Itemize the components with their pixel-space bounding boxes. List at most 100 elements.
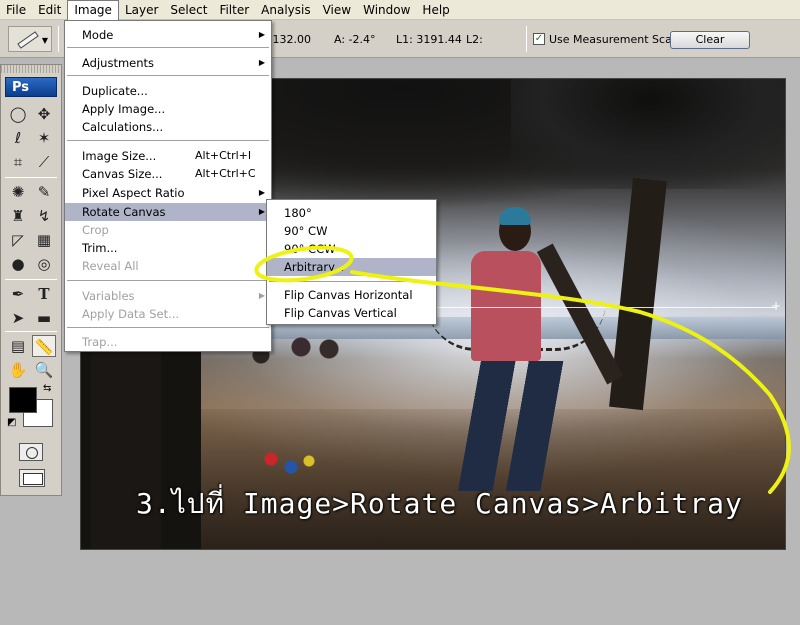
quick-mask-mode-button[interactable]	[19, 443, 43, 461]
submenu-arrow-icon: ▶	[258, 58, 265, 67]
move-tool-icon[interactable]: ✥	[32, 103, 56, 125]
menu-item-mode[interactable]: Mode ▶	[65, 26, 271, 44]
menu-separator	[269, 281, 434, 282]
blur-tool-icon[interactable]: ●	[6, 253, 30, 275]
readout-angle: A: -2.4°	[334, 33, 376, 46]
zoom-tool-icon[interactable]: 🔍	[32, 359, 56, 381]
submenu-item-rotate-90-ccw[interactable]: 90° CCW	[267, 240, 436, 258]
hand-tool-icon[interactable]: ✋	[6, 359, 30, 381]
crop-tool-icon[interactable]: ⌗	[6, 151, 30, 173]
menu-item-apply-image[interactable]: Apply Image...	[65, 100, 271, 118]
menu-item-apply-data-set: Apply Data Set...	[82, 307, 180, 321]
toolbox-grip[interactable]	[1, 65, 61, 73]
toolbox-separator	[5, 331, 57, 332]
options-separator	[526, 26, 527, 52]
type-tool-icon[interactable]: T	[32, 283, 56, 305]
submenu-item-flip-canvas-vertical[interactable]: Flip Canvas Vertical	[267, 304, 436, 322]
readout-l1: L1: 3191.44	[396, 33, 462, 46]
menu-edit[interactable]: Edit	[32, 0, 67, 20]
menu-filter[interactable]: Filter	[213, 0, 255, 20]
swap-colors-icon[interactable]: ⇆	[43, 383, 51, 394]
path-selection-tool-icon[interactable]: ➤	[6, 307, 30, 329]
submenu-arrow-icon: ▶	[258, 207, 265, 216]
menu-view[interactable]: View	[317, 0, 357, 20]
menu-layer[interactable]: Layer	[119, 0, 164, 20]
photo-litter	[261, 449, 321, 479]
menu-item-adjustments[interactable]: Adjustments ▶	[65, 54, 271, 72]
submenu-arrow-icon: ▶	[258, 291, 265, 300]
menu-item-shortcut: Alt+Ctrl+C	[195, 167, 256, 180]
slice-tool-icon[interactable]: ⟋	[32, 151, 56, 173]
tutorial-caption: 3.ไปที่ Image>Rotate Canvas>Arbitray	[136, 487, 743, 520]
screen-mode-button[interactable]	[19, 469, 45, 487]
menu-item-canvas-size[interactable]: Canvas Size... Alt+Ctrl+C	[65, 165, 271, 183]
gradient-tool-icon[interactable]: ▦	[32, 229, 56, 251]
menu-separator	[67, 75, 269, 76]
submenu-item-rotate-90-cw[interactable]: 90° CW	[267, 222, 436, 240]
menu-item-label: Pixel Aspect Ratio	[82, 186, 185, 200]
menu-item-reveal-all: Reveal All	[82, 259, 139, 273]
photo-person-legs	[457, 361, 567, 491]
clear-button[interactable]: Clear	[670, 31, 750, 49]
shape-tool-icon[interactable]: ▬	[32, 307, 56, 329]
menu-item-pixel-aspect-ratio[interactable]: Pixel Aspect Ratio ▶	[65, 184, 271, 202]
use-measurement-scale-checkbox[interactable]: ✓	[533, 33, 545, 45]
submenu-arrow-icon: ▶	[258, 188, 265, 197]
menu-item-crop: Crop	[82, 223, 109, 237]
menu-item-label: Adjustments	[82, 56, 155, 70]
brush-tool-icon[interactable]: ✎	[32, 181, 56, 203]
pen-tool-icon[interactable]: ✒	[6, 283, 30, 305]
dodge-tool-icon[interactable]: ◎	[32, 253, 56, 275]
menu-separator	[67, 327, 269, 328]
photo-person-cap	[499, 207, 531, 225]
photoshop-window: File Edit Image Layer Select Filter Anal…	[0, 0, 800, 625]
menu-item-label: Mode	[82, 28, 114, 42]
lasso-tool-icon[interactable]: ℓ	[6, 127, 30, 149]
tool-preset-picker[interactable]: ▼	[8, 26, 52, 52]
photo-canopy-right	[511, 79, 785, 189]
menu-file[interactable]: File	[0, 0, 32, 20]
submenu-arrow-icon: ▶	[258, 30, 265, 39]
menu-item-trim[interactable]: Trim...	[65, 239, 271, 257]
rotate-canvas-submenu: 180° 90° CW 90° CCW Arbitrary... Flip Ca…	[266, 199, 437, 325]
submenu-item-flip-canvas-horizontal[interactable]: Flip Canvas Horizontal	[267, 286, 436, 304]
foreground-color-swatch[interactable]	[9, 387, 37, 413]
menu-separator	[67, 47, 269, 48]
menu-analysis[interactable]: Analysis	[255, 0, 316, 20]
healing-brush-tool-icon[interactable]: ✺	[6, 181, 30, 203]
menu-item-label: Rotate Canvas	[82, 205, 166, 219]
photoshop-logo[interactable]: Ps	[5, 77, 57, 97]
menu-image[interactable]: Image	[67, 0, 119, 20]
notes-tool-icon[interactable]: ▤	[6, 335, 30, 357]
marquee-tool-icon[interactable]: ◯	[6, 103, 30, 125]
menu-item-trap: Trap...	[82, 335, 118, 349]
submenu-item-arbitrary[interactable]: Arbitrary...	[267, 258, 436, 276]
menu-help[interactable]: Help	[416, 0, 455, 20]
clone-stamp-tool-icon[interactable]: ♜	[6, 205, 30, 227]
menu-window[interactable]: Window	[357, 0, 416, 20]
menu-item-rotate-canvas[interactable]: Rotate Canvas ▶	[65, 203, 271, 221]
ruler-tool-icon[interactable]: 📏	[32, 335, 56, 357]
ruler-icon	[17, 31, 39, 49]
toolbox: Ps ◯ ✥ ℓ ✶ ⌗ ⟋ ✺ ✎ ♜ ↯ ◸ ▦ ● ◎ ✒ T ➤ ▬ ▤…	[0, 64, 62, 496]
toolbox-separator	[5, 279, 57, 280]
menu-item-duplicate[interactable]: Duplicate...	[65, 82, 271, 100]
readout-l2: L2:	[466, 33, 483, 46]
magic-wand-tool-icon[interactable]: ✶	[32, 127, 56, 149]
menu-item-label: Canvas Size...	[82, 167, 163, 181]
menu-separator	[67, 280, 269, 281]
ruler-measure-line[interactable]	[427, 299, 781, 313]
menu-item-label: Image Size...	[82, 149, 157, 163]
menu-item-image-size[interactable]: Image Size... Alt+Ctrl+I	[65, 147, 271, 165]
submenu-item-rotate-180[interactable]: 180°	[267, 204, 436, 222]
eraser-tool-icon[interactable]: ◸	[6, 229, 30, 251]
image-menu-dropdown: Mode ▶ Adjustments ▶ Duplicate... Apply …	[64, 20, 272, 352]
options-separator	[58, 26, 59, 52]
menu-separator	[67, 140, 269, 141]
menu-item-variables: Variables ▶	[65, 287, 271, 305]
default-colors-icon[interactable]: ◩	[7, 417, 16, 428]
menu-select[interactable]: Select	[164, 0, 213, 20]
photo-person-shirt	[471, 251, 541, 361]
menu-item-calculations[interactable]: Calculations...	[65, 118, 271, 136]
history-brush-tool-icon[interactable]: ↯	[32, 205, 56, 227]
